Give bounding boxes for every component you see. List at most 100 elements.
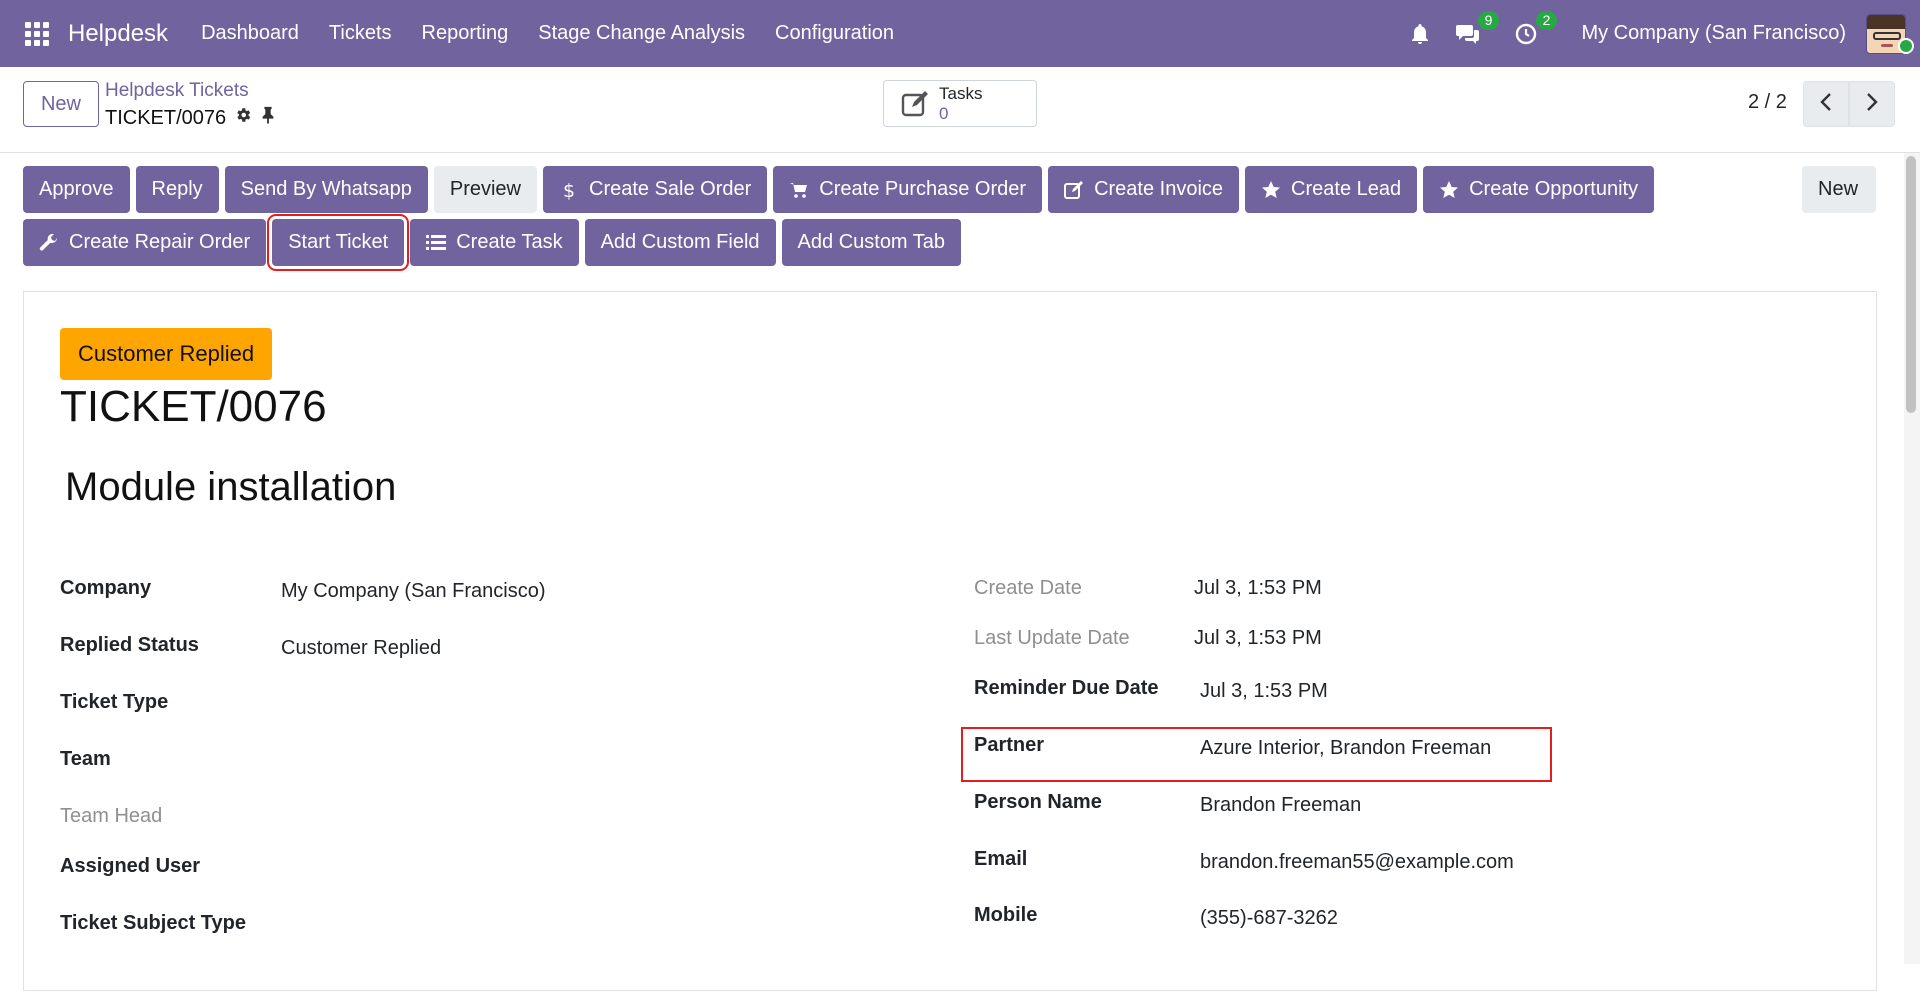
create-opportunity-button[interactable]: Create Opportunity [1423,166,1655,213]
create-purchase-order-label: Create Purchase Order [819,178,1027,200]
pager-previous-button[interactable] [1803,81,1849,127]
team-head-label: Team Head [60,805,163,827]
record-name: TICKET/0076 [105,106,227,129]
mobile-label: Mobile [974,904,1038,926]
person-name-field[interactable]: Brandon Freeman [1200,794,1361,817]
email-label: Email [974,848,1028,870]
create-lead-label: Create Lead [1291,178,1402,200]
start-ticket-button[interactable]: Start Ticket [267,214,410,271]
gear-icon[interactable] [234,106,252,130]
preview-label: Preview [449,178,521,200]
add-custom-tab-label: Add Custom Tab [797,231,946,253]
online-status-dot [1898,38,1914,54]
add-custom-tab-button[interactable]: Add Custom Tab [781,219,962,266]
add-custom-field-button[interactable]: Add Custom Field [584,219,776,266]
approve-button[interactable]: Approve [23,166,130,213]
reply-label: Reply [151,178,203,200]
activity-clock-icon[interactable]: 2 [1511,10,1558,49]
mobile-field[interactable]: (355)-687-3262 [1200,907,1338,930]
partner-field[interactable]: Azure Interior, Brandon Freeman [1200,737,1491,760]
reminder-due-date-field[interactable]: Jul 3, 1:53 PM [1200,680,1328,703]
scrollbar-thumb[interactable] [1906,156,1916,413]
person-name-label: Person Name [974,791,1102,813]
create-invoice-button[interactable]: Create Invoice [1048,166,1240,213]
menu-stage-change-analysis[interactable]: Stage Change Analysis [538,22,745,45]
add-custom-field-label: Add Custom Field [600,231,760,253]
tasks-count: 0 [939,103,949,123]
new-record-button[interactable]: New [23,81,99,127]
tasks-label: Tasks [939,83,983,103]
bell-icon[interactable] [1405,19,1435,49]
create-date-label: Create Date [974,577,1082,599]
approve-label: Approve [39,178,114,200]
send-by-whatsapp-label: Send By Whatsapp [240,178,412,200]
ticket-subject[interactable]: Module installation [65,465,396,510]
shopping-cart-icon [789,180,809,200]
company-field[interactable]: My Company (San Francisco) [281,580,546,603]
header-buttons-row-2: Create Repair Order Start Ticket Create … [23,214,962,271]
menu-tickets[interactable]: Tickets [329,22,392,45]
replied-status-label: Replied Status [60,634,199,656]
team-head-field [281,805,881,831]
stage-badge: Customer Replied [60,328,273,380]
company-switcher[interactable]: My Company (San Francisco) [1581,22,1846,45]
star-icon [1261,180,1281,200]
ticket-type-field[interactable] [281,691,881,717]
tasks-smart-button[interactable]: Tasks 0 [883,80,1037,127]
ticket-subject-type-field[interactable] [281,912,881,938]
svg-text:$: $ [563,180,575,200]
breadcrumb-helpdesk-tickets[interactable]: Helpdesk Tickets [105,80,249,102]
ticket-name: TICKET/0076 [60,382,327,431]
app-brand[interactable]: Helpdesk [68,20,168,48]
create-sale-order-button[interactable]: $ Create Sale Order [543,166,768,213]
company-label: Company [60,577,152,599]
wrench-icon [39,233,59,253]
app-menu-icon[interactable] [25,21,49,46]
team-field[interactable] [281,748,881,774]
chevron-left-icon [1819,92,1833,117]
reply-button[interactable]: Reply [135,166,219,213]
pager-next-button[interactable] [1849,81,1895,127]
pin-icon[interactable] [260,106,276,130]
list-icon [426,233,447,253]
last-update-date-field: Jul 3, 1:53 PM [1194,627,1322,649]
chat-icon[interactable]: 9 [1453,10,1500,49]
star-icon [1439,180,1459,200]
pager-value[interactable]: 2 / 2 [1748,91,1787,114]
ticket-type-label: Ticket Type [60,691,169,713]
create-purchase-order-button[interactable]: Create Purchase Order [773,166,1043,213]
create-task-label: Create Task [456,231,563,253]
last-update-date-label: Last Update Date [974,627,1130,649]
menu-dashboard[interactable]: Dashboard [201,22,299,45]
partner-label: Partner [974,734,1045,756]
preview-button[interactable]: Preview [433,166,537,213]
edit-icon [899,88,931,120]
menu-reporting[interactable]: Reporting [422,22,509,45]
create-lead-button[interactable]: Create Lead [1245,166,1418,213]
edit-icon [1064,180,1084,200]
new-header-button[interactable]: New [1802,166,1876,213]
top-navbar: Helpdesk Dashboard Tickets Reporting Sta… [0,0,1920,67]
create-sale-order-label: Create Sale Order [589,178,752,200]
team-label: Team [60,748,111,770]
breadcrumb-current: TICKET/0076 [105,106,276,130]
create-task-button[interactable]: Create Task [410,219,579,266]
reminder-due-date-label: Reminder Due Date [974,677,1159,699]
chevron-right-icon [1865,92,1879,117]
create-repair-order-button[interactable]: Create Repair Order [23,219,267,266]
send-by-whatsapp-button[interactable]: Send By Whatsapp [224,166,428,213]
ticket-subject-type-label: Ticket Subject Type [60,912,246,934]
assigned-user-field[interactable] [281,855,881,881]
form-sheet: Customer Replied TICKET/0076 Module inst… [23,291,1877,991]
create-opportunity-label: Create Opportunity [1469,178,1639,200]
create-date-field: Jul 3, 1:53 PM [1194,577,1322,599]
email-field[interactable]: brandon.freeman55@example.com [1200,851,1514,874]
start-ticket-label: Start Ticket [288,231,389,253]
header-buttons-row-1: Approve Reply Send By Whatsapp Preview $… [23,166,1655,213]
create-invoice-label: Create Invoice [1094,178,1224,200]
menu-configuration[interactable]: Configuration [775,22,894,45]
assigned-user-label: Assigned User [60,855,201,877]
control-panel: New Helpdesk Tickets TICKET/0076 Tasks 0… [0,67,1920,153]
replied-status-field[interactable]: Customer Replied [281,637,441,660]
dollar-icon: $ [559,180,579,200]
